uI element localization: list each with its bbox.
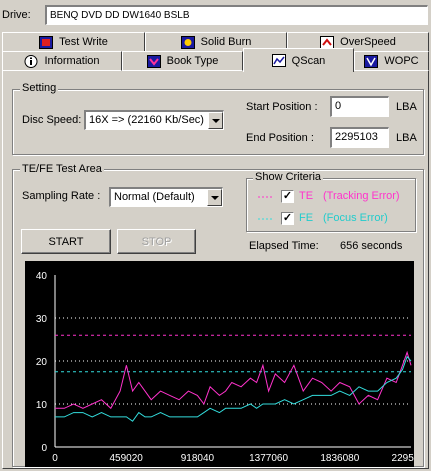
drive-select[interactable]: BENQ DVD DD DW1640 BSLB <box>45 5 428 25</box>
fe-description: (Focus Error) <box>323 212 388 224</box>
book-type-icon <box>146 54 161 68</box>
sampling-rate-select[interactable]: Normal (Default) <box>109 187 223 207</box>
info-icon <box>24 54 38 68</box>
y-tick-label: 0 <box>41 443 47 454</box>
x-tick-label: 1377060 <box>249 453 288 464</box>
end-position-input[interactable]: 2295103 <box>330 127 389 148</box>
disc-speed-label: Disc Speed: <box>22 114 82 126</box>
start-button[interactable]: START <box>21 229 111 254</box>
tab-book-type[interactable]: Book Type <box>122 51 243 71</box>
tab-label: Information <box>44 55 100 67</box>
elapsed-time-label: Elapsed Time: <box>249 240 319 252</box>
chevron-down-icon[interactable] <box>208 112 223 129</box>
tab-test-write[interactable]: Test Write <box>2 32 145 51</box>
x-tick-label: 918040 <box>181 453 215 464</box>
start-position-label: Start Position : <box>246 101 318 113</box>
y-tick-label: 10 <box>36 400 48 411</box>
tab-information[interactable]: Information <box>2 51 122 71</box>
x-tick-label: 0 <box>52 453 58 464</box>
te-description: (Tracking Error) <box>323 190 400 202</box>
qscan-icon <box>271 54 286 67</box>
tab-label: WOPC <box>384 55 419 67</box>
x-tick-label: 1836080 <box>320 453 359 464</box>
stop-button[interactable]: STOP <box>117 229 196 254</box>
x-tick-label: 459020 <box>110 453 144 464</box>
elapsed-time-value: 656 seconds <box>340 240 403 252</box>
disc-speed-select[interactable]: 16X => (22160 Kb/Sec) <box>84 110 224 130</box>
y-tick-label: 20 <box>36 357 48 368</box>
te-checkbox[interactable]: ✓ <box>281 190 294 203</box>
fe-checkbox[interactable]: ✓ <box>281 212 294 225</box>
drive-label: Drive: <box>2 9 31 21</box>
tab-wopc[interactable]: WOPC <box>354 51 429 71</box>
test-write-icon <box>39 35 54 49</box>
te-code: TE <box>299 190 314 202</box>
te-fe-chart: 0 10 20 30 40 0 459020 918040 1377060 1836080 2295… <box>25 261 414 467</box>
te-legend-line <box>258 196 272 198</box>
show-criteria-title: Show Criteria <box>253 171 324 183</box>
fe-code: FE <box>299 212 314 224</box>
wopc-icon <box>364 54 379 68</box>
test-area-title: TE/FE Test Area <box>20 163 104 175</box>
tab-label: QScan <box>291 54 326 67</box>
tab-label: Test Write <box>59 36 108 48</box>
chevron-down-icon[interactable] <box>207 189 222 206</box>
start-position-unit: LBA <box>396 101 417 113</box>
y-tick-label: 30 <box>36 314 48 325</box>
chart-background <box>25 261 414 467</box>
tab-label: Book Type <box>166 55 219 67</box>
end-position-label: End Position : <box>246 132 314 144</box>
end-position-unit: LBA <box>396 132 417 144</box>
setting-title: Setting <box>20 82 59 94</box>
overspeed-icon <box>320 35 335 49</box>
fe-legend-line <box>258 218 272 220</box>
solid-burn-icon <box>180 35 195 49</box>
sampling-rate-value: Normal (Default) <box>114 191 195 203</box>
tab-label: Solid Burn <box>200 36 252 48</box>
y-tick-label: 40 <box>36 271 48 282</box>
disc-speed-value: 16X => (22160 Kb/Sec) <box>89 114 204 126</box>
x-tick-label: 2295103 <box>392 453 414 464</box>
start-position-input[interactable]: 0 <box>330 96 389 117</box>
sampling-rate-label: Sampling Rate : <box>22 190 101 202</box>
tab-qscan[interactable]: QScan <box>243 48 354 72</box>
tab-label: OverSpeed <box>340 36 396 48</box>
